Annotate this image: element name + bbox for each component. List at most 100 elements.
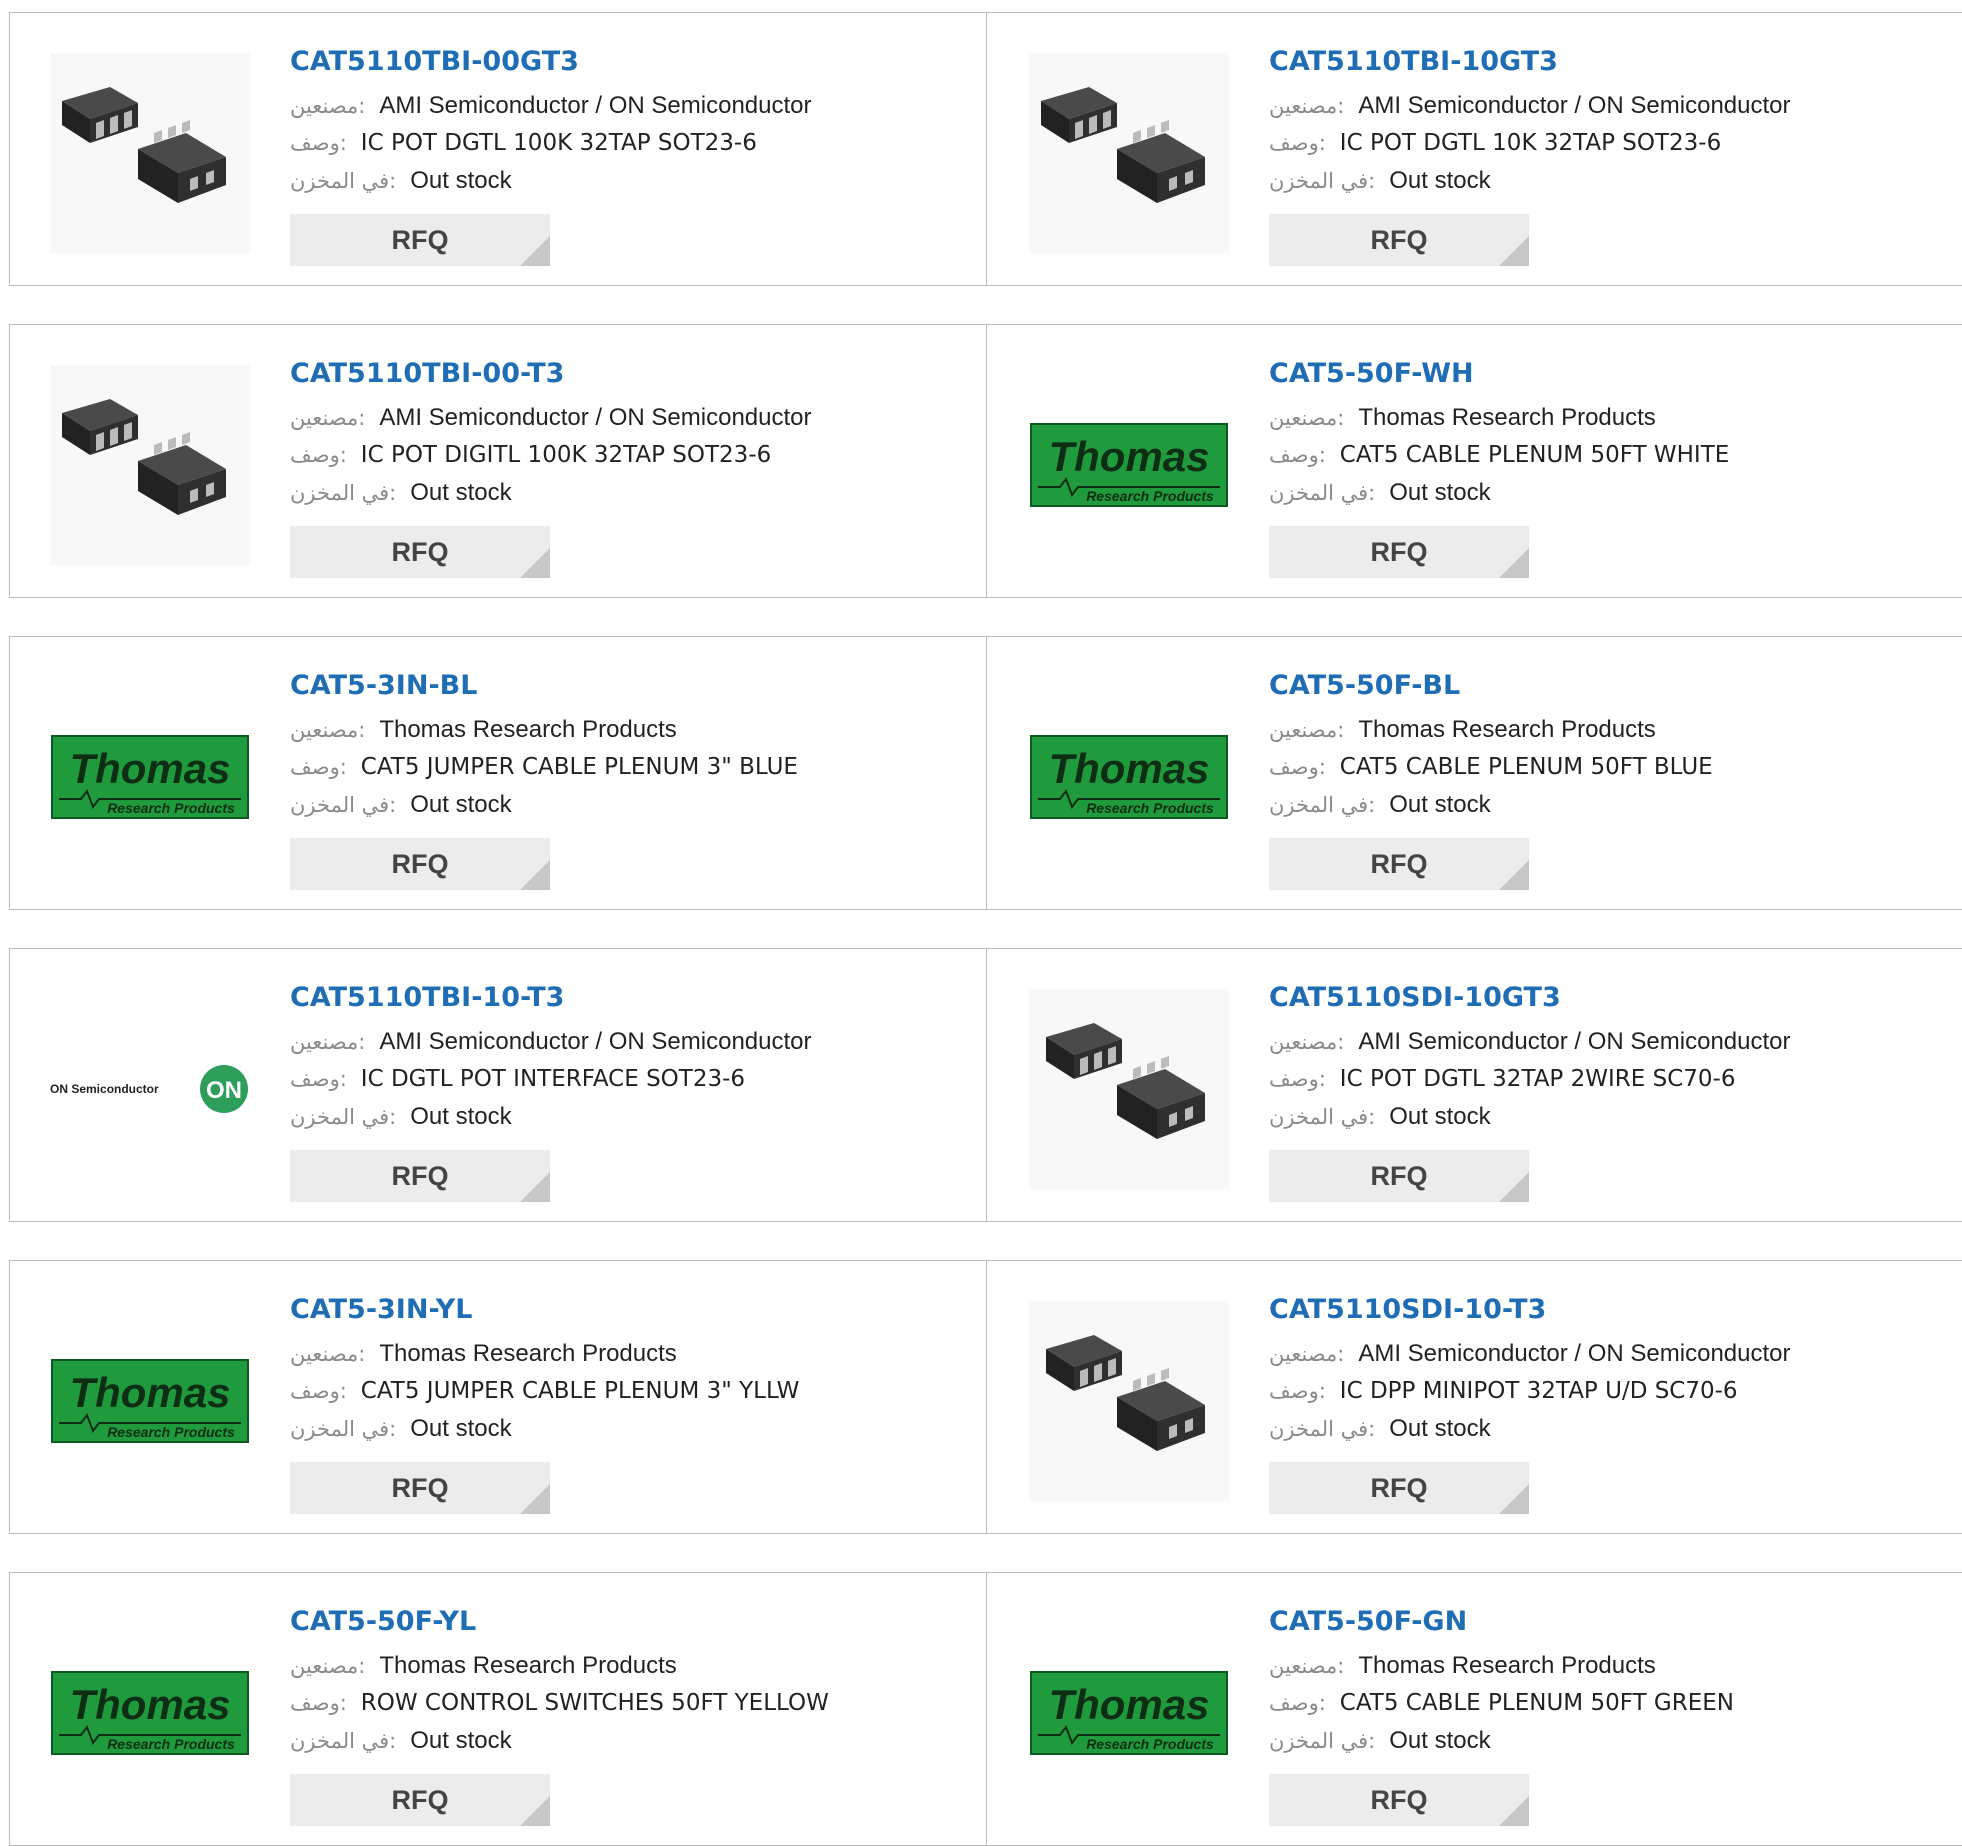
description-line-label: وصف: (1269, 755, 1326, 779)
svg-text:Research Products: Research Products (107, 1424, 235, 1440)
product-info: CAT5-50F-WH مصنعين: Thomas Research Produc… (1269, 355, 1729, 578)
product-card: Thomas Research Products CAT5-50F-BL مصنعين… (986, 636, 1962, 910)
description-line: وصف: IC POT DGTL 32TAP 2WIRE SC70-6 (1269, 1061, 1791, 1098)
product-image[interactable]: Thomas Research Products (1029, 365, 1229, 565)
product-card: ON Semiconductor ON CAT5110TBI-10-T3 مصنعين… (9, 948, 988, 1222)
svg-text:Thomas: Thomas (1048, 433, 1209, 480)
description-line-label: وصف: (1269, 131, 1326, 155)
product-info: CAT5110TBI-00-T3 مصنعين: AMI Semiconductor… (290, 355, 812, 578)
rfq-button[interactable]: RFQ (290, 838, 550, 890)
rfq-label: RFQ (391, 225, 449, 255)
manufacturer-line: مصنعين: Thomas Research Products (290, 1335, 799, 1373)
description-line-label: وصف: (1269, 1691, 1326, 1715)
stock-line: في المخزن: Out stock (1269, 1410, 1791, 1448)
description-line-value: CAT5 CABLE PLENUM 50FT BLUE (1339, 754, 1713, 780)
manufacturer-line: مصنعين: Thomas Research Products (1269, 1647, 1734, 1685)
product-image[interactable] (1029, 53, 1229, 253)
product-image[interactable]: Thomas Research Products (50, 677, 250, 877)
rfq-button[interactable]: RFQ (1269, 1150, 1529, 1202)
description-line-value: IC POT DGTL 100K 32TAP SOT23-6 (360, 130, 757, 156)
product-image[interactable]: Thomas Research Products (50, 1613, 250, 1813)
description-line-value: IC POT DGTL 10K 32TAP SOT23-6 (1339, 130, 1722, 156)
product-image[interactable]: ON Semiconductor ON (50, 989, 250, 1189)
rfq-button[interactable]: RFQ (290, 1462, 550, 1514)
product-image[interactable] (1029, 989, 1229, 1189)
rfq-button[interactable]: RFQ (290, 526, 550, 578)
description-line-value: CAT5 CABLE PLENUM 50FT WHITE (1339, 442, 1730, 468)
product-info: CAT5110TBI-10GT3 مصنعين: AMI Semiconductor… (1269, 43, 1791, 266)
product-image[interactable] (1029, 1301, 1229, 1501)
manufacturer-line-label: مصنعين: (1269, 718, 1345, 742)
rfq-corner-decoration (1499, 548, 1529, 578)
rfq-button[interactable]: RFQ (290, 214, 550, 266)
product-info: CAT5110SDI-10-T3 مصنعين: AMI Semiconductor… (1269, 1291, 1791, 1514)
rfq-corner-decoration (520, 1796, 550, 1826)
manufacturer-line-value: AMI Semiconductor / ON Semiconductor (1358, 92, 1791, 119)
rfq-label: RFQ (1370, 849, 1428, 879)
stock-line-label: في المخزن: (1269, 1105, 1376, 1129)
description-line: وصف: IC POT DIGITL 100K 32TAP SOT23-6 (290, 437, 812, 474)
manufacturer-line-label: مصنعين: (1269, 1654, 1345, 1678)
rfq-button[interactable]: RFQ (290, 1774, 550, 1826)
rfq-button[interactable]: RFQ (1269, 1462, 1529, 1514)
stock-line-label: في المخزن: (290, 169, 397, 193)
part-number-link[interactable]: CAT5-50F-BL (1269, 667, 1713, 705)
product-card: CAT5110TBI-00GT3 مصنعين: AMI Semiconductor… (9, 12, 988, 286)
svg-text:Research Products: Research Products (1086, 1736, 1214, 1752)
part-number-link[interactable]: CAT5110SDI-10-T3 (1269, 1291, 1791, 1329)
rfq-label: RFQ (391, 1161, 449, 1191)
rfq-label: RFQ (1370, 1161, 1428, 1191)
stock-line-label: في المخزن: (1269, 793, 1376, 817)
stock-line-value: Out stock (1389, 1727, 1491, 1754)
part-number-link[interactable]: CAT5-50F-YL (290, 1603, 829, 1641)
product-image[interactable] (50, 53, 250, 253)
part-number-link[interactable]: CAT5110TBI-00GT3 (290, 43, 812, 81)
product-image[interactable] (50, 365, 250, 565)
manufacturer-line-value: AMI Semiconductor / ON Semiconductor (1358, 1340, 1791, 1367)
stock-line: في المخزن: Out stock (290, 162, 812, 200)
manufacturer-line: مصنعين: AMI Semiconductor / ON Semiconduc… (1269, 87, 1791, 125)
rfq-button[interactable]: RFQ (1269, 838, 1529, 890)
part-number-link[interactable]: CAT5110TBI-00-T3 (290, 355, 812, 393)
part-number-link[interactable]: CAT5110TBI-10-T3 (290, 979, 812, 1017)
product-info: CAT5-50F-BL مصنعين: Thomas Research Produc… (1269, 667, 1713, 890)
part-number-link[interactable]: CAT5-3IN-BL (290, 667, 798, 705)
description-line: وصف: CAT5 JUMPER CABLE PLENUM 3" BLUE (290, 749, 798, 786)
stock-line-label: في المخزن: (290, 1105, 397, 1129)
product-row: Thomas Research Products CAT5-3IN-BL مصنعين… (9, 636, 1962, 910)
product-image[interactable]: Thomas Research Products (1029, 677, 1229, 877)
manufacturer-line-label: مصنعين: (290, 718, 366, 742)
product-row: Thomas Research Products CAT5-50F-YL مصنعين… (9, 1572, 1962, 1846)
rfq-button[interactable]: RFQ (1269, 214, 1529, 266)
product-image[interactable]: Thomas Research Products (1029, 1613, 1229, 1813)
part-number-link[interactable]: CAT5110TBI-10GT3 (1269, 43, 1791, 81)
stock-line-value: Out stock (1389, 1415, 1491, 1442)
product-info: CAT5-50F-YL مصنعين: Thomas Research Produc… (290, 1603, 829, 1826)
product-row: ON Semiconductor ON CAT5110TBI-10-T3 مصنعين… (9, 948, 1962, 1222)
svg-text:Thomas: Thomas (69, 1681, 230, 1728)
rfq-corner-decoration (1499, 860, 1529, 890)
rfq-corner-decoration (520, 1484, 550, 1514)
manufacturer-line-value: AMI Semiconductor / ON Semiconductor (379, 1028, 812, 1055)
rfq-button[interactable]: RFQ (1269, 526, 1529, 578)
part-number-link[interactable]: CAT5110SDI-10GT3 (1269, 979, 1791, 1017)
svg-text:ON: ON (206, 1077, 242, 1104)
description-line-label: وصف: (290, 1067, 347, 1091)
stock-line: في المخزن: Out stock (1269, 786, 1713, 824)
stock-line-value: Out stock (410, 1727, 512, 1754)
product-image[interactable]: Thomas Research Products (50, 1301, 250, 1501)
rfq-button[interactable]: RFQ (290, 1150, 550, 1202)
product-row: CAT5110TBI-00GT3 مصنعين: AMI Semiconductor… (9, 12, 1962, 286)
stock-line-value: Out stock (1389, 1103, 1491, 1130)
product-card: CAT5110SDI-10-T3 مصنعين: AMI Semiconductor… (986, 1260, 1962, 1534)
rfq-label: RFQ (391, 1785, 449, 1815)
rfq-button[interactable]: RFQ (1269, 1774, 1529, 1826)
part-number-link[interactable]: CAT5-3IN-YL (290, 1291, 799, 1329)
part-number-link[interactable]: CAT5-50F-GN (1269, 1603, 1734, 1641)
rfq-corner-decoration (520, 1172, 550, 1202)
manufacturer-line-value: Thomas Research Products (1358, 1652, 1656, 1679)
svg-text:ON Semiconductor: ON Semiconductor (50, 1082, 159, 1096)
manufacturer-line: مصنعين: Thomas Research Products (290, 1647, 829, 1685)
product-info: CAT5110TBI-10-T3 مصنعين: AMI Semiconductor… (290, 979, 812, 1202)
part-number-link[interactable]: CAT5-50F-WH (1269, 355, 1729, 393)
